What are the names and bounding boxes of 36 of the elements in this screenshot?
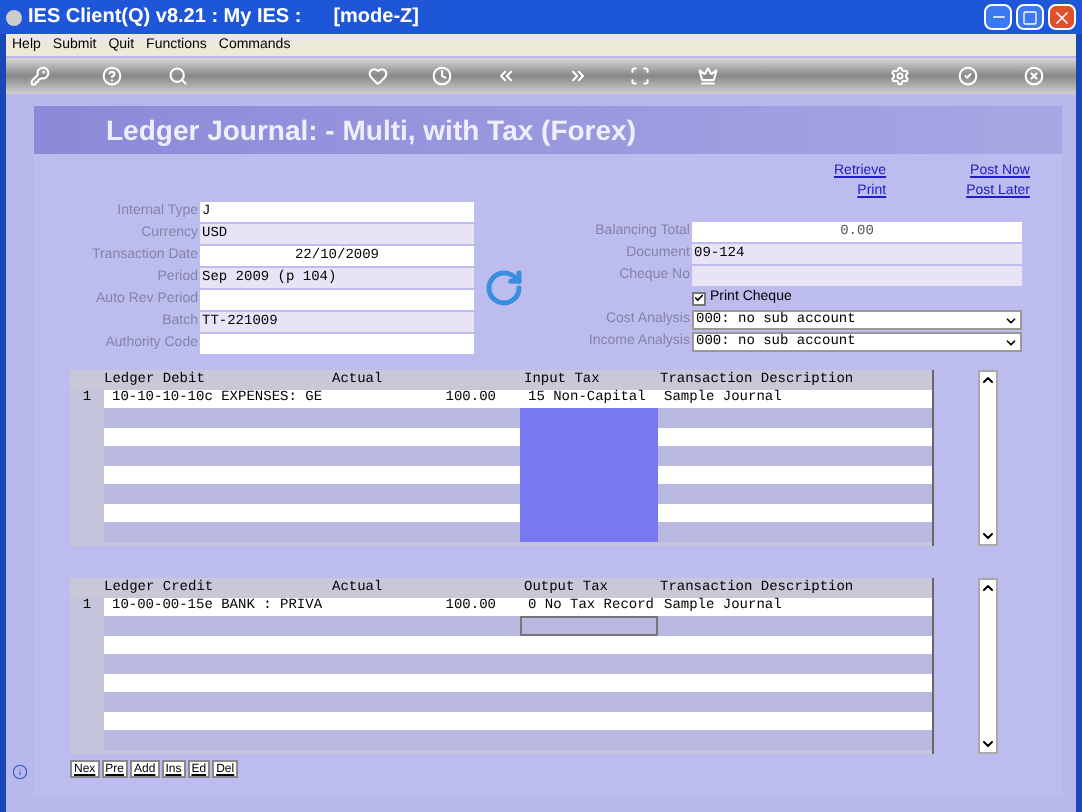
key-icon[interactable] (30, 66, 50, 86)
scroll-up-icon[interactable] (980, 580, 996, 596)
input-field[interactable] (200, 334, 474, 354)
scroll-down-icon[interactable] (980, 736, 996, 752)
close-button[interactable] (1048, 4, 1076, 30)
info-icon[interactable] (12, 764, 28, 780)
maximize-button[interactable] (1016, 4, 1044, 30)
crown-icon[interactable] (698, 66, 718, 86)
scroll-down-icon[interactable] (980, 528, 996, 544)
mode-label: [mode-Z] (333, 4, 419, 32)
maximize-icon (1022, 9, 1038, 25)
check-icon[interactable] (958, 66, 978, 86)
input-field[interactable] (200, 290, 474, 310)
help-icon[interactable] (102, 66, 122, 86)
refresh-icon[interactable] (484, 268, 524, 308)
search-icon[interactable] (168, 66, 188, 86)
frame-icon[interactable] (630, 66, 650, 86)
close-icon (1052, 7, 1072, 27)
scrollbar[interactable] (978, 578, 998, 754)
double-left-icon[interactable] (496, 66, 516, 86)
clock-icon[interactable] (432, 66, 452, 86)
heart-icon[interactable] (368, 66, 388, 86)
input-field[interactable] (692, 266, 1022, 286)
close-icon[interactable] (1024, 66, 1044, 86)
scroll-up-icon[interactable] (980, 372, 996, 388)
highlighted-cell[interactable] (520, 522, 658, 541)
focused-cell[interactable] (520, 616, 658, 635)
window-title: IES Client(Q) v8.21 : My IES : (28, 4, 302, 32)
app-icon (6, 9, 22, 25)
highlighted-cell[interactable] (520, 408, 658, 427)
gear-icon[interactable] (890, 66, 910, 86)
minimize-button[interactable] (984, 4, 1012, 30)
double-right-icon[interactable] (568, 66, 588, 86)
page-heading: Ledger Journal: - Multi, with Tax (Forex) (106, 111, 636, 150)
checkbox[interactable] (692, 291, 706, 305)
scrollbar[interactable] (978, 370, 998, 546)
